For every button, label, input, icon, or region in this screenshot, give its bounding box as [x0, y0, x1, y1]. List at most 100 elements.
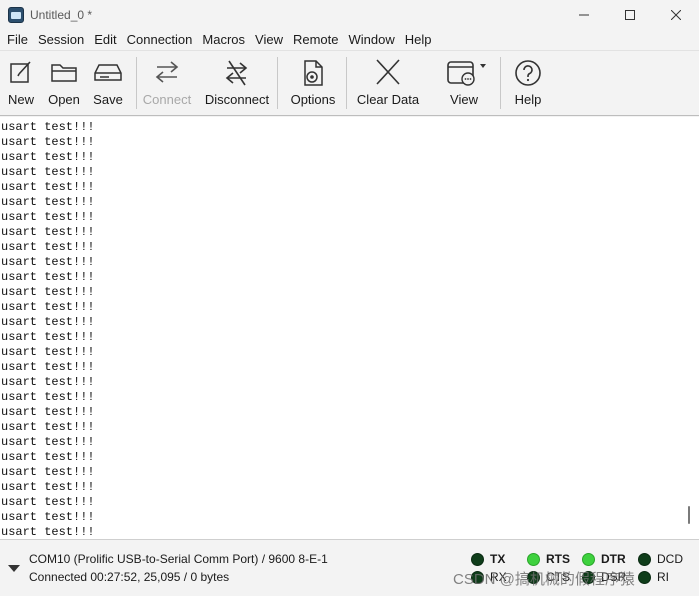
terminal-line: usart test!!! [1, 240, 95, 254]
terminal-line: usart test!!! [1, 510, 95, 524]
disconnect-button[interactable]: Disconnect [202, 51, 272, 113]
menu-edit[interactable]: Edit [89, 30, 121, 50]
terminal-line: usart test!!! [1, 165, 95, 179]
connection-status-text: Connected 00:27:52, 25,095 / 0 bytes [29, 570, 230, 584]
toolbar-separator [277, 57, 278, 109]
terminal-line: usart test!!! [1, 330, 95, 344]
terminal-app-icon [8, 7, 24, 23]
toolbar: New Open Save Connect Disconnect Options… [0, 50, 699, 116]
clear-data-label: Clear Data [356, 92, 420, 107]
close-button[interactable] [653, 0, 699, 30]
signal-tx: TX [471, 552, 505, 566]
connect-button[interactable]: Connect [140, 51, 194, 113]
new-label: New [7, 92, 34, 107]
window-title: Untitled_0 * [30, 8, 93, 22]
dtr-led-icon [582, 552, 595, 566]
toolbar-separator [136, 57, 137, 109]
terminal-line: usart test!!! [1, 180, 95, 194]
window-controls [561, 0, 699, 30]
toolbar-separator [500, 57, 501, 109]
maximize-icon [625, 10, 635, 20]
new-document-icon [10, 61, 31, 83]
terminal-line: usart test!!! [1, 375, 95, 389]
menu-connection[interactable]: Connection [122, 30, 198, 50]
ri-led-icon [638, 570, 651, 584]
folder-icon [51, 64, 77, 82]
dtr-label: DTR [601, 552, 626, 566]
terminal-output[interactable]: usart test!!! usart test!!! usart test!!! u… [0, 117, 699, 540]
tx-led-icon [471, 552, 484, 566]
open-button[interactable]: Open [44, 51, 84, 113]
signal-dcd: DCD [638, 552, 683, 566]
terminal-line: usart test!!! [1, 135, 95, 149]
dropdown-arrow-icon [480, 64, 486, 68]
help-question-icon [515, 60, 541, 86]
rts-led-icon [527, 552, 540, 566]
signal-rts: RTS [527, 552, 570, 566]
help-label: Help [514, 92, 542, 107]
save-drive-icon [94, 64, 122, 81]
view-label: View [450, 92, 478, 107]
menu-window[interactable]: Window [344, 30, 400, 50]
save-button[interactable]: Save [88, 51, 128, 113]
terminal-line: usart test!!! [1, 345, 95, 359]
disconnect-icon [225, 60, 248, 86]
menu-macros[interactable]: Macros [197, 30, 250, 50]
menu-help[interactable]: Help [400, 30, 437, 50]
terminal-line: usart test!!! [1, 195, 95, 209]
save-label: Save [93, 92, 123, 107]
open-label: Open [48, 92, 80, 107]
menu-session[interactable]: Session [33, 30, 89, 50]
close-icon [671, 10, 681, 20]
terminal-line: usart test!!! [1, 465, 95, 479]
connect-arrows-icon [155, 61, 179, 83]
menu-view[interactable]: View [250, 30, 288, 50]
terminal-line: usart test!!! [1, 285, 95, 299]
port-settings-text: COM10 (Prolific USB-to-Serial Comm Port)… [29, 552, 328, 566]
terminal-line: usart test!!! [1, 435, 95, 449]
menu-file[interactable]: File [2, 30, 33, 50]
terminal-line: usart test!!! [1, 315, 95, 329]
terminal-line: usart test!!! [1, 495, 95, 509]
terminal-line: usart test!!! [1, 450, 95, 464]
help-button[interactable]: Help [510, 51, 546, 113]
clear-x-icon [376, 59, 400, 85]
options-button[interactable]: Options [286, 51, 340, 113]
terminal-line: usart test!!! [1, 120, 95, 134]
disconnect-label: Disconnect [204, 92, 270, 107]
terminal-lines: usart test!!! usart test!!! usart test!!! u… [1, 120, 95, 539]
signal-dtr: DTR [582, 552, 626, 566]
terminal-line: usart test!!! [1, 210, 95, 224]
terminal-line: usart test!!! [1, 420, 95, 434]
rts-label: RTS [546, 552, 570, 566]
menu-remote[interactable]: Remote [288, 30, 344, 50]
scrollbar-thumb[interactable] [688, 506, 690, 524]
minimize-button[interactable] [561, 0, 607, 30]
terminal-line: usart test!!! [1, 480, 95, 494]
maximize-button[interactable] [607, 0, 653, 30]
view-window-icon [447, 61, 486, 86]
toolbar-separator [346, 57, 347, 109]
menu-bar: File Session Edit Connection Macros View… [0, 30, 699, 50]
clear-data-button[interactable]: Clear Data [354, 51, 422, 113]
terminal-line: usart test!!! [1, 270, 95, 284]
new-button[interactable]: New [2, 51, 40, 113]
collapse-arrow-icon[interactable] [8, 565, 20, 572]
tx-label: TX [490, 552, 506, 566]
ri-label: RI [657, 570, 669, 584]
dcd-led-icon [638, 552, 651, 566]
terminal-line: usart test!!! [1, 390, 95, 404]
terminal-line: usart test!!! [1, 225, 95, 239]
title-bar: Untitled_0 * [0, 0, 699, 30]
watermark-text: CSDN @搞机械的假程序猿 [453, 571, 635, 588]
terminal-line: usart test!!! [1, 360, 95, 374]
options-label: Options [290, 92, 336, 107]
signal-ri: RI [638, 570, 669, 584]
connect-label: Connect [142, 92, 192, 107]
view-button[interactable]: View [436, 51, 492, 113]
status-bar: COM10 (Prolific USB-to-Serial Comm Port)… [0, 541, 699, 596]
terminal-line: usart test!!! [1, 150, 95, 164]
terminal-line: usart test!!! [1, 525, 95, 539]
minimize-icon [579, 14, 589, 16]
terminal-line: usart test!!! [1, 300, 95, 314]
